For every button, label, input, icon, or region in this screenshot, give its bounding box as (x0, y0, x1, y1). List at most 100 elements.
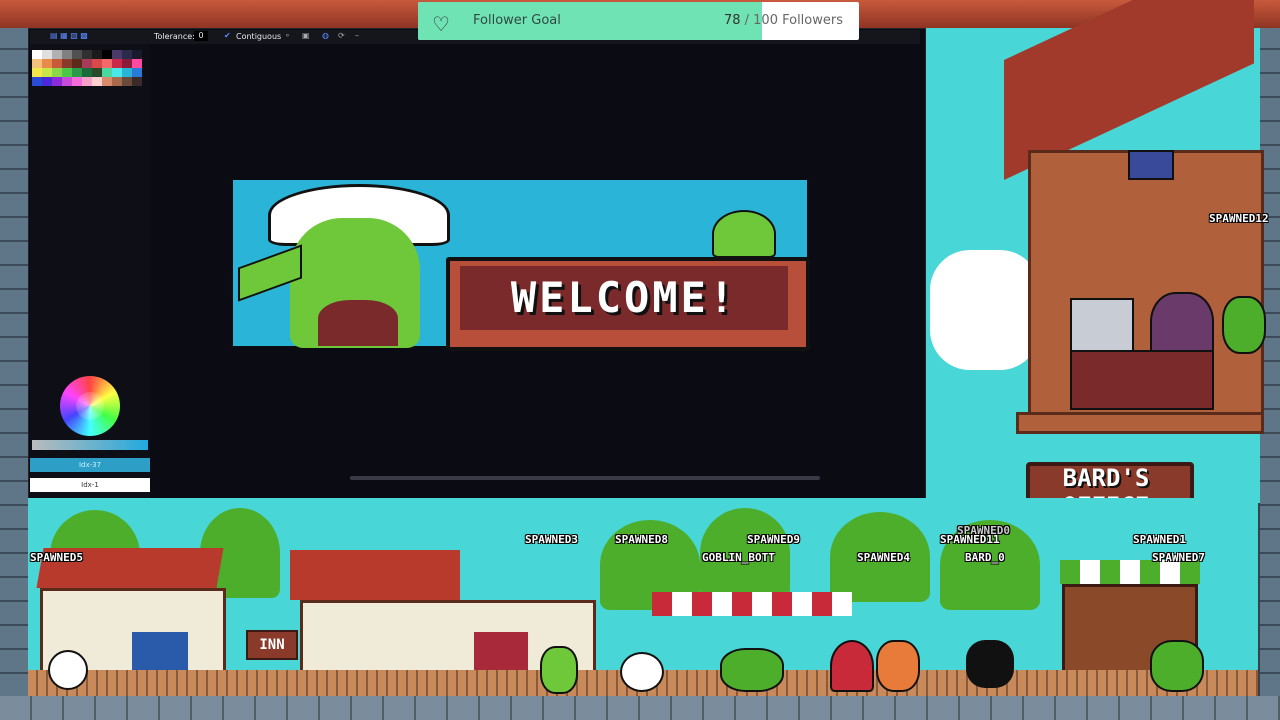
color-wheel-center (76, 392, 104, 420)
chatter-label: SPAWNED3 (525, 533, 578, 546)
palette-swatch[interactable] (82, 59, 92, 68)
chatter-avatar (540, 646, 578, 694)
palette-swatch[interactable] (102, 68, 112, 77)
palette-swatch[interactable] (62, 50, 72, 59)
bookshelf-books (1128, 150, 1174, 180)
palette-swatch[interactable] (112, 77, 122, 86)
sync-icon[interactable]: ⟳ (338, 31, 345, 40)
left-stone-wall (0, 28, 30, 720)
heart-hand-icon: ♡ (432, 12, 450, 36)
chatter-label: SPAWNED4 (857, 551, 910, 564)
panel-tab-icon[interactable]: ▤ ▦ ▧ ▩ (50, 31, 88, 40)
palette-swatch[interactable] (122, 59, 132, 68)
chatter-label: GOBLIN_BOTT (702, 551, 775, 564)
secondary-color-index[interactable]: Idx-1 (30, 478, 150, 492)
palette-swatch[interactable] (32, 59, 42, 68)
minus-icon[interactable]: – (355, 31, 359, 40)
frog-character (712, 210, 776, 258)
palette-swatch[interactable] (102, 50, 112, 59)
welcome-text: WELCOME! (510, 273, 738, 322)
chatter-avatar (720, 648, 784, 692)
bards-office-line1: BARD'S (1062, 464, 1150, 492)
chatter-label: SPAWNED9 (747, 533, 800, 546)
palette-swatch[interactable] (72, 59, 82, 68)
palette-swatch[interactable] (72, 77, 82, 86)
follower-count-separator: / (740, 13, 754, 28)
computer-monitor (1070, 298, 1134, 352)
palette-swatch[interactable] (52, 77, 62, 86)
cloud (930, 250, 1040, 370)
inn-roof (290, 550, 460, 600)
palette-swatch[interactable] (62, 77, 72, 86)
palette-swatch[interactable] (32, 68, 42, 77)
chatter-avatar (830, 640, 874, 692)
palette-swatch[interactable] (62, 68, 72, 77)
palette-swatch[interactable] (92, 59, 102, 68)
palette-swatch[interactable] (82, 50, 92, 59)
palette-swatch[interactable] (42, 77, 52, 86)
alpha-slider[interactable] (32, 440, 148, 450)
palette-swatch[interactable] (122, 68, 132, 77)
palette-swatch[interactable] (132, 68, 142, 77)
palette-swatch[interactable] (32, 50, 42, 59)
palette-swatch[interactable] (132, 50, 142, 59)
chatter-avatar (48, 650, 88, 690)
palette-swatch[interactable] (32, 77, 42, 86)
contiguous-label: Contiguous (236, 32, 282, 41)
desk (1070, 350, 1214, 410)
follower-goal-progress (418, 2, 762, 40)
chatter-label: SPAWNED11 (940, 533, 1000, 546)
palette-swatch[interactable] (52, 59, 62, 68)
palette-swatch[interactable] (62, 59, 72, 68)
canvas-horizontal-scrollbar[interactable] (350, 476, 820, 480)
palette-swatch[interactable] (122, 77, 132, 86)
follower-goal-title: Follower Goal (473, 13, 561, 28)
left-panel-header: ▤ ▦ ▧ ▩ (30, 30, 150, 44)
chatter-avatar (1150, 640, 1204, 692)
chatter-label: SPAWNED7 (1152, 551, 1205, 564)
follower-goal-widget: ♡ Follower Goal 78 / 100 Followers (418, 2, 859, 40)
palette-swatch[interactable] (112, 68, 122, 77)
layer-icon[interactable]: ▣ (302, 31, 310, 40)
checkmark-icon[interactable]: ✔ (224, 31, 231, 40)
color-palette[interactable] (32, 50, 142, 134)
follower-count-target: 100 Followers (753, 13, 843, 28)
follower-count-current: 78 (723, 13, 741, 28)
inn-sign: INN (246, 630, 298, 660)
palette-swatch[interactable] (42, 50, 52, 59)
follower-goal-count: 78 / 100 Followers (724, 13, 843, 28)
palette-swatch[interactable] (112, 59, 122, 68)
palette-swatch[interactable] (122, 50, 132, 59)
market-stall-awning (652, 592, 852, 616)
primary-color-index[interactable]: Idx-37 (30, 458, 150, 472)
palette-swatch[interactable] (92, 50, 102, 59)
chatter-label: SPAWNED5 (30, 551, 83, 564)
mirror-icon[interactable]: ◍ (322, 31, 329, 40)
chatter-avatar (620, 652, 664, 692)
tolerance-label: Tolerance: (154, 32, 195, 41)
chatter-label: SPAWNED8 (615, 533, 668, 546)
chatter-avatar (876, 640, 920, 692)
chatter-avatar (966, 640, 1014, 688)
chatter-label: SPAWNED12 (1209, 212, 1269, 225)
bottom-stone-border (0, 696, 1280, 720)
palette-swatch[interactable] (52, 50, 62, 59)
chatter-label: BARD_0 (965, 551, 1005, 564)
tolerance-input[interactable]: 0 (194, 31, 208, 41)
palette-swatch[interactable] (82, 77, 92, 86)
palette-swatch[interactable] (42, 59, 52, 68)
palette-swatch[interactable] (42, 68, 52, 77)
palette-swatch[interactable] (72, 68, 82, 77)
palette-swatch[interactable] (82, 68, 92, 77)
palette-swatch[interactable] (112, 50, 122, 59)
frame-nav-controls[interactable]: ◂◂◂▪▸▸ (156, 488, 236, 505)
palette-swatch[interactable] (92, 68, 102, 77)
tool-icon[interactable]: ⚬ (284, 31, 291, 40)
palette-swatch[interactable] (102, 59, 112, 68)
palette-swatch[interactable] (72, 50, 82, 59)
palette-swatch[interactable] (102, 77, 112, 86)
palette-swatch[interactable] (52, 68, 62, 77)
palette-swatch[interactable] (132, 77, 142, 86)
palette-swatch[interactable] (132, 59, 142, 68)
palette-swatch[interactable] (92, 77, 102, 86)
